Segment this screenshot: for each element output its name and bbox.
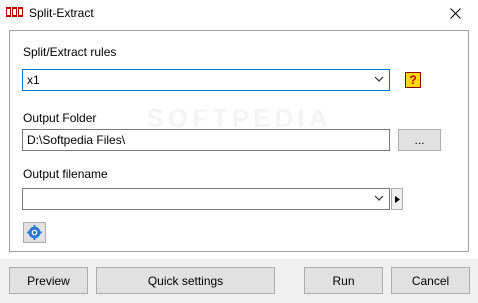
help-question-icon[interactable]: ? — [405, 72, 421, 88]
chevron-down-icon — [374, 76, 384, 82]
output-filename-label: Output filename — [23, 167, 108, 181]
settings-button[interactable] — [23, 222, 46, 243]
quick-settings-button[interactable]: Quick settings — [96, 267, 275, 294]
output-folder-value: D:\Softpedia Files\ — [27, 133, 126, 147]
output-folder-input[interactable]: D:\Softpedia Files\ — [22, 129, 390, 151]
run-button[interactable]: Run — [304, 267, 383, 294]
filename-options-button[interactable] — [391, 188, 403, 210]
rules-combobox[interactable]: x1 — [22, 69, 390, 91]
app-logo-icon — [6, 6, 24, 18]
browse-folder-button[interactable]: ... — [398, 129, 441, 151]
rules-selected-value: x1 — [27, 73, 40, 87]
close-icon — [449, 8, 461, 19]
output-filename-combobox[interactable] — [22, 188, 390, 210]
gear-settings-icon — [27, 225, 42, 240]
output-folder-label: Output Folder — [23, 111, 97, 125]
close-button[interactable] — [432, 0, 478, 27]
cancel-button[interactable]: Cancel — [391, 267, 470, 294]
rules-label: Split/Extract rules — [23, 45, 117, 59]
window-title: Split-Extract — [29, 6, 94, 20]
preview-button[interactable]: Preview — [9, 267, 88, 294]
title-bar: Split-Extract — [0, 0, 478, 27]
chevron-down-icon — [374, 195, 384, 201]
triangle-right-icon — [394, 195, 400, 203]
